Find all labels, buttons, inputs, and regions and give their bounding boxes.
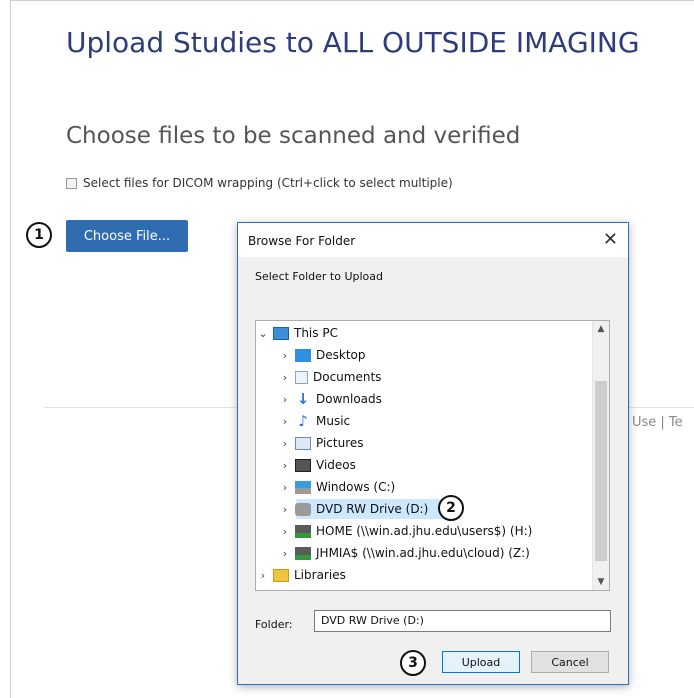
tree-item-label: JHMIA$ (\\win.ad.jhu.edu\cloud) (Z:) xyxy=(316,546,530,560)
tree-item-label: Desktop xyxy=(316,348,366,362)
browse-for-folder-dialog: Browse For Folder ✕ Select Folder to Upl… xyxy=(237,222,629,685)
dialog-prompt: Select Folder to Upload xyxy=(255,270,384,283)
libraries-icon xyxy=(273,568,289,582)
tree-item-label: HOME (\\win.ad.jhu.edu\users$) (H:) xyxy=(316,524,533,538)
chevron-down-icon[interactable]: ⌄ xyxy=(258,327,268,340)
chevron-right-icon[interactable]: › xyxy=(280,503,290,516)
dialog-title: Browse For Folder xyxy=(248,234,356,248)
callout-3: 3 xyxy=(400,650,426,676)
section-title: Choose files to be scanned and verified xyxy=(66,123,521,149)
downloads-icon: ↓ xyxy=(296,389,310,408)
dvd-drive-icon xyxy=(295,502,311,516)
tree-item-label: Windows (C:) xyxy=(316,480,396,494)
tree-item-windows-c[interactable]: › Windows (C:) xyxy=(280,477,395,497)
documents-icon xyxy=(295,370,308,384)
folder-label: Folder: xyxy=(255,618,293,631)
callout-2: 2 xyxy=(438,495,464,521)
chevron-right-icon[interactable]: › xyxy=(280,547,290,560)
scroll-thumb[interactable] xyxy=(595,381,607,561)
tree-item-videos[interactable]: › Videos xyxy=(280,455,356,475)
chevron-right-icon[interactable]: › xyxy=(280,525,290,538)
tree-item-label: This PC xyxy=(294,326,338,340)
tree-item-label: Pictures xyxy=(316,436,364,450)
tree-item-music[interactable]: › ♪ Music xyxy=(280,411,350,431)
tree-item-jhmia-drive[interactable]: › JHMIA$ (\\win.ad.jhu.edu\cloud) (Z:) xyxy=(280,543,530,563)
chevron-right-icon[interactable]: › xyxy=(280,481,290,494)
tree-item-home-drive[interactable]: › HOME (\\win.ad.jhu.edu\users$) (H:) xyxy=(280,521,533,541)
chevron-right-icon[interactable]: › xyxy=(258,569,268,582)
upload-button[interactable]: Upload xyxy=(442,651,520,673)
footer-links[interactable]: Use | Te xyxy=(632,415,683,430)
cancel-button[interactable]: Cancel xyxy=(531,651,609,673)
tree-item-libraries[interactable]: › Libraries xyxy=(258,565,346,585)
tree-item-desktop[interactable]: › Desktop xyxy=(280,345,366,365)
chevron-right-icon[interactable]: › xyxy=(280,437,290,450)
dicom-wrapping-option[interactable]: Select files for DICOM wrapping (Ctrl+cl… xyxy=(66,176,453,190)
tree-item-downloads[interactable]: › ↓ Downloads xyxy=(280,389,382,409)
tree-item-label: DVD RW Drive (D:) xyxy=(316,502,429,516)
tree-item-label: Libraries xyxy=(294,568,346,582)
dialog-titlebar: Browse For Folder ✕ xyxy=(238,223,628,257)
page-title: Upload Studies to ALL OUTSIDE IMAGING xyxy=(66,26,640,59)
computer-icon xyxy=(273,326,289,340)
dicom-wrapping-label: Select files for DICOM wrapping (Ctrl+cl… xyxy=(83,176,453,190)
scroll-down-icon[interactable]: ▼ xyxy=(593,574,609,590)
tree-item-dvd-rw-drive[interactable]: › DVD RW Drive (D:) xyxy=(280,499,428,519)
chevron-right-icon[interactable]: › xyxy=(280,371,290,384)
music-icon: ♪ xyxy=(298,411,308,430)
chevron-right-icon[interactable]: › xyxy=(280,393,290,406)
chevron-right-icon[interactable]: › xyxy=(280,415,290,428)
dicom-wrapping-checkbox[interactable] xyxy=(66,177,77,189)
videos-icon xyxy=(295,458,311,472)
folder-input[interactable]: DVD RW Drive (D:) xyxy=(314,610,611,632)
chevron-right-icon[interactable]: › xyxy=(280,459,290,472)
network-drive-icon xyxy=(295,546,311,560)
tree-item-label: Downloads xyxy=(316,392,382,406)
choose-file-button[interactable]: Choose File... xyxy=(66,220,188,252)
chevron-right-icon[interactable]: › xyxy=(280,349,290,362)
folder-tree[interactable]: ⌄ This PC › Desktop › Documents › ↓ Down… xyxy=(255,320,610,591)
tree-item-documents[interactable]: › Documents xyxy=(280,367,382,387)
scroll-up-icon[interactable]: ▲ xyxy=(593,321,609,337)
tree-scrollbar[interactable]: ▲ ▼ xyxy=(592,321,609,590)
tree-item-label: Music xyxy=(316,414,351,428)
tree-item-pictures[interactable]: › Pictures xyxy=(280,433,364,453)
tree-item-this-pc[interactable]: ⌄ This PC xyxy=(258,323,338,343)
windows-drive-icon xyxy=(295,480,311,494)
close-icon[interactable]: ✕ xyxy=(603,229,618,250)
tree-item-label: Documents xyxy=(313,370,382,384)
callout-1: 1 xyxy=(26,222,52,248)
pictures-icon xyxy=(295,436,311,450)
tree-item-label: Videos xyxy=(316,458,356,472)
desktop-icon xyxy=(295,348,311,362)
network-drive-icon xyxy=(295,524,311,538)
